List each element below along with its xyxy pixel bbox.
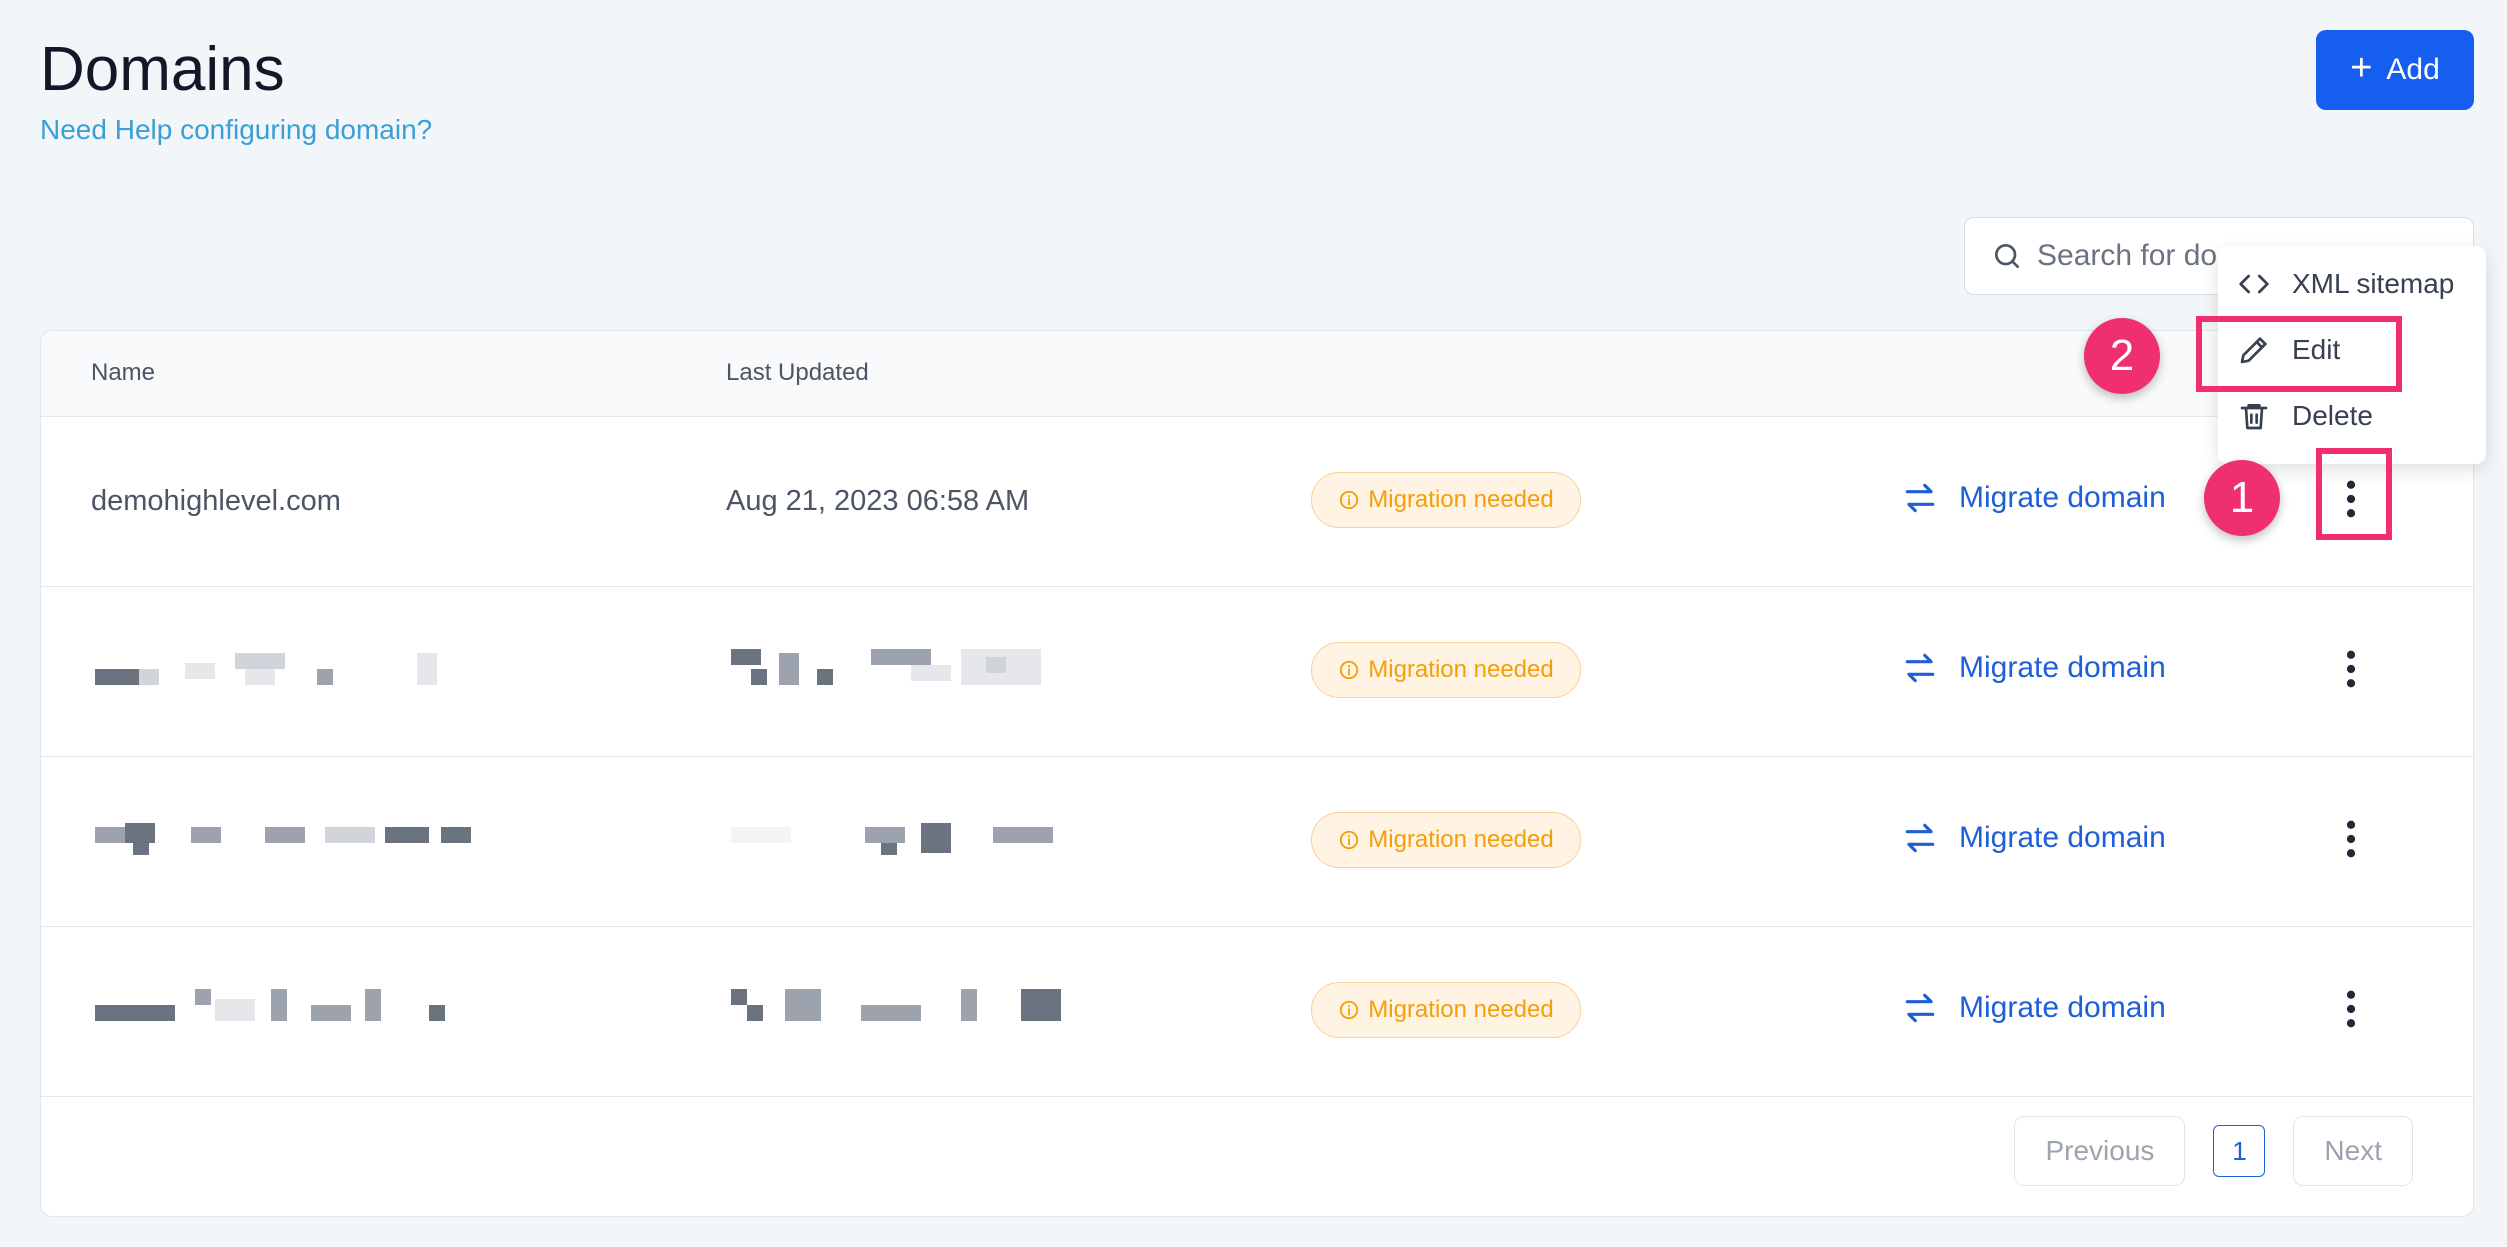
migrate-domain-label: Migrate domain	[1959, 991, 2166, 1024]
kebab-menu-icon	[2346, 650, 2356, 688]
info-icon	[1340, 830, 1359, 850]
domains-table: Name Last Updated demohighlevel.com Aug …	[40, 330, 2474, 1217]
swap-arrows-icon	[1905, 993, 1935, 1023]
status-badge: Migration needed	[1311, 812, 1581, 868]
swap-arrows-icon	[1905, 823, 1935, 853]
info-icon	[1340, 490, 1359, 510]
info-icon	[1340, 660, 1359, 680]
more-options-button[interactable]	[2321, 629, 2381, 709]
more-options-button[interactable]	[2321, 799, 2381, 879]
menu-item-delete[interactable]: Delete	[2238, 400, 2373, 432]
previous-button[interactable]: Previous	[2014, 1116, 2186, 1186]
menu-item-label: XML sitemap	[2292, 268, 2455, 299]
add-button-label: Add	[2386, 53, 2440, 86]
column-header-name: Name	[91, 359, 156, 386]
migrate-domain-link[interactable]: Migrate domain	[1901, 479, 2166, 517]
status-text: Migration needed	[1368, 826, 1554, 853]
status-text: Migration needed	[1368, 656, 1554, 683]
redacted-name	[95, 819, 475, 855]
more-options-button[interactable]	[2321, 969, 2381, 1049]
migrate-domain-label: Migrate domain	[1959, 481, 2166, 514]
status-text: Migration needed	[1368, 486, 1554, 513]
kebab-menu-icon	[2346, 820, 2356, 858]
kebab-menu-icon	[2346, 990, 2356, 1028]
redacted-name	[95, 989, 455, 1025]
menu-item-label: Delete	[2292, 400, 2373, 431]
next-button[interactable]: Next	[2293, 1116, 2413, 1186]
redacted-date	[721, 819, 1101, 855]
page-title: Domains	[40, 35, 285, 104]
status-badge: Migration needed	[1311, 642, 1581, 698]
column-header-last-updated: Last Updated	[726, 359, 869, 386]
info-icon	[1340, 1000, 1359, 1020]
edit-highlight-box	[2196, 316, 2402, 392]
table-row: Migration needed Migrate domain	[41, 757, 2473, 927]
menu-item-xml-sitemap[interactable]: XML sitemap	[2238, 268, 2454, 300]
plus-icon: +	[2350, 47, 2373, 89]
add-button[interactable]: + Add	[2316, 30, 2474, 110]
redacted-date	[721, 989, 1101, 1025]
status-badge: Migration needed	[1311, 472, 1581, 528]
redacted-name	[95, 649, 455, 685]
table-row: Migration needed Migrate domain	[41, 927, 2473, 1097]
swap-arrows-icon	[1905, 653, 1935, 683]
table-row: Migration needed Migrate domain	[41, 587, 2473, 757]
migrate-domain-link[interactable]: Migrate domain	[1901, 819, 2166, 857]
page-number[interactable]: 1	[2213, 1125, 2266, 1177]
status-badge: Migration needed	[1311, 982, 1581, 1038]
pagination: Previous 1 Next	[2014, 1116, 2413, 1186]
domain-name: demohighlevel.com	[91, 485, 341, 517]
table-row: demohighlevel.com Aug 21, 2023 06:58 AM …	[41, 417, 2473, 587]
code-icon	[2239, 274, 2269, 294]
trash-icon	[2240, 404, 2268, 430]
migrate-domain-link[interactable]: Migrate domain	[1901, 649, 2166, 687]
redacted-date	[721, 649, 1101, 685]
search-icon	[1995, 244, 2019, 268]
swap-arrows-icon	[1905, 483, 1935, 513]
last-updated: Aug 21, 2023 06:58 AM	[726, 485, 1030, 517]
help-link[interactable]: Need Help configuring domain?	[40, 114, 432, 146]
migrate-domain-link[interactable]: Migrate domain	[1901, 989, 2166, 1027]
status-text: Migration needed	[1368, 996, 1554, 1023]
migrate-domain-label: Migrate domain	[1959, 821, 2166, 854]
kebab-highlight-box	[2316, 448, 2392, 540]
migrate-domain-label: Migrate domain	[1959, 651, 2166, 684]
step-2-marker: 2	[2084, 318, 2160, 394]
step-1-marker: 1	[2204, 460, 2280, 536]
